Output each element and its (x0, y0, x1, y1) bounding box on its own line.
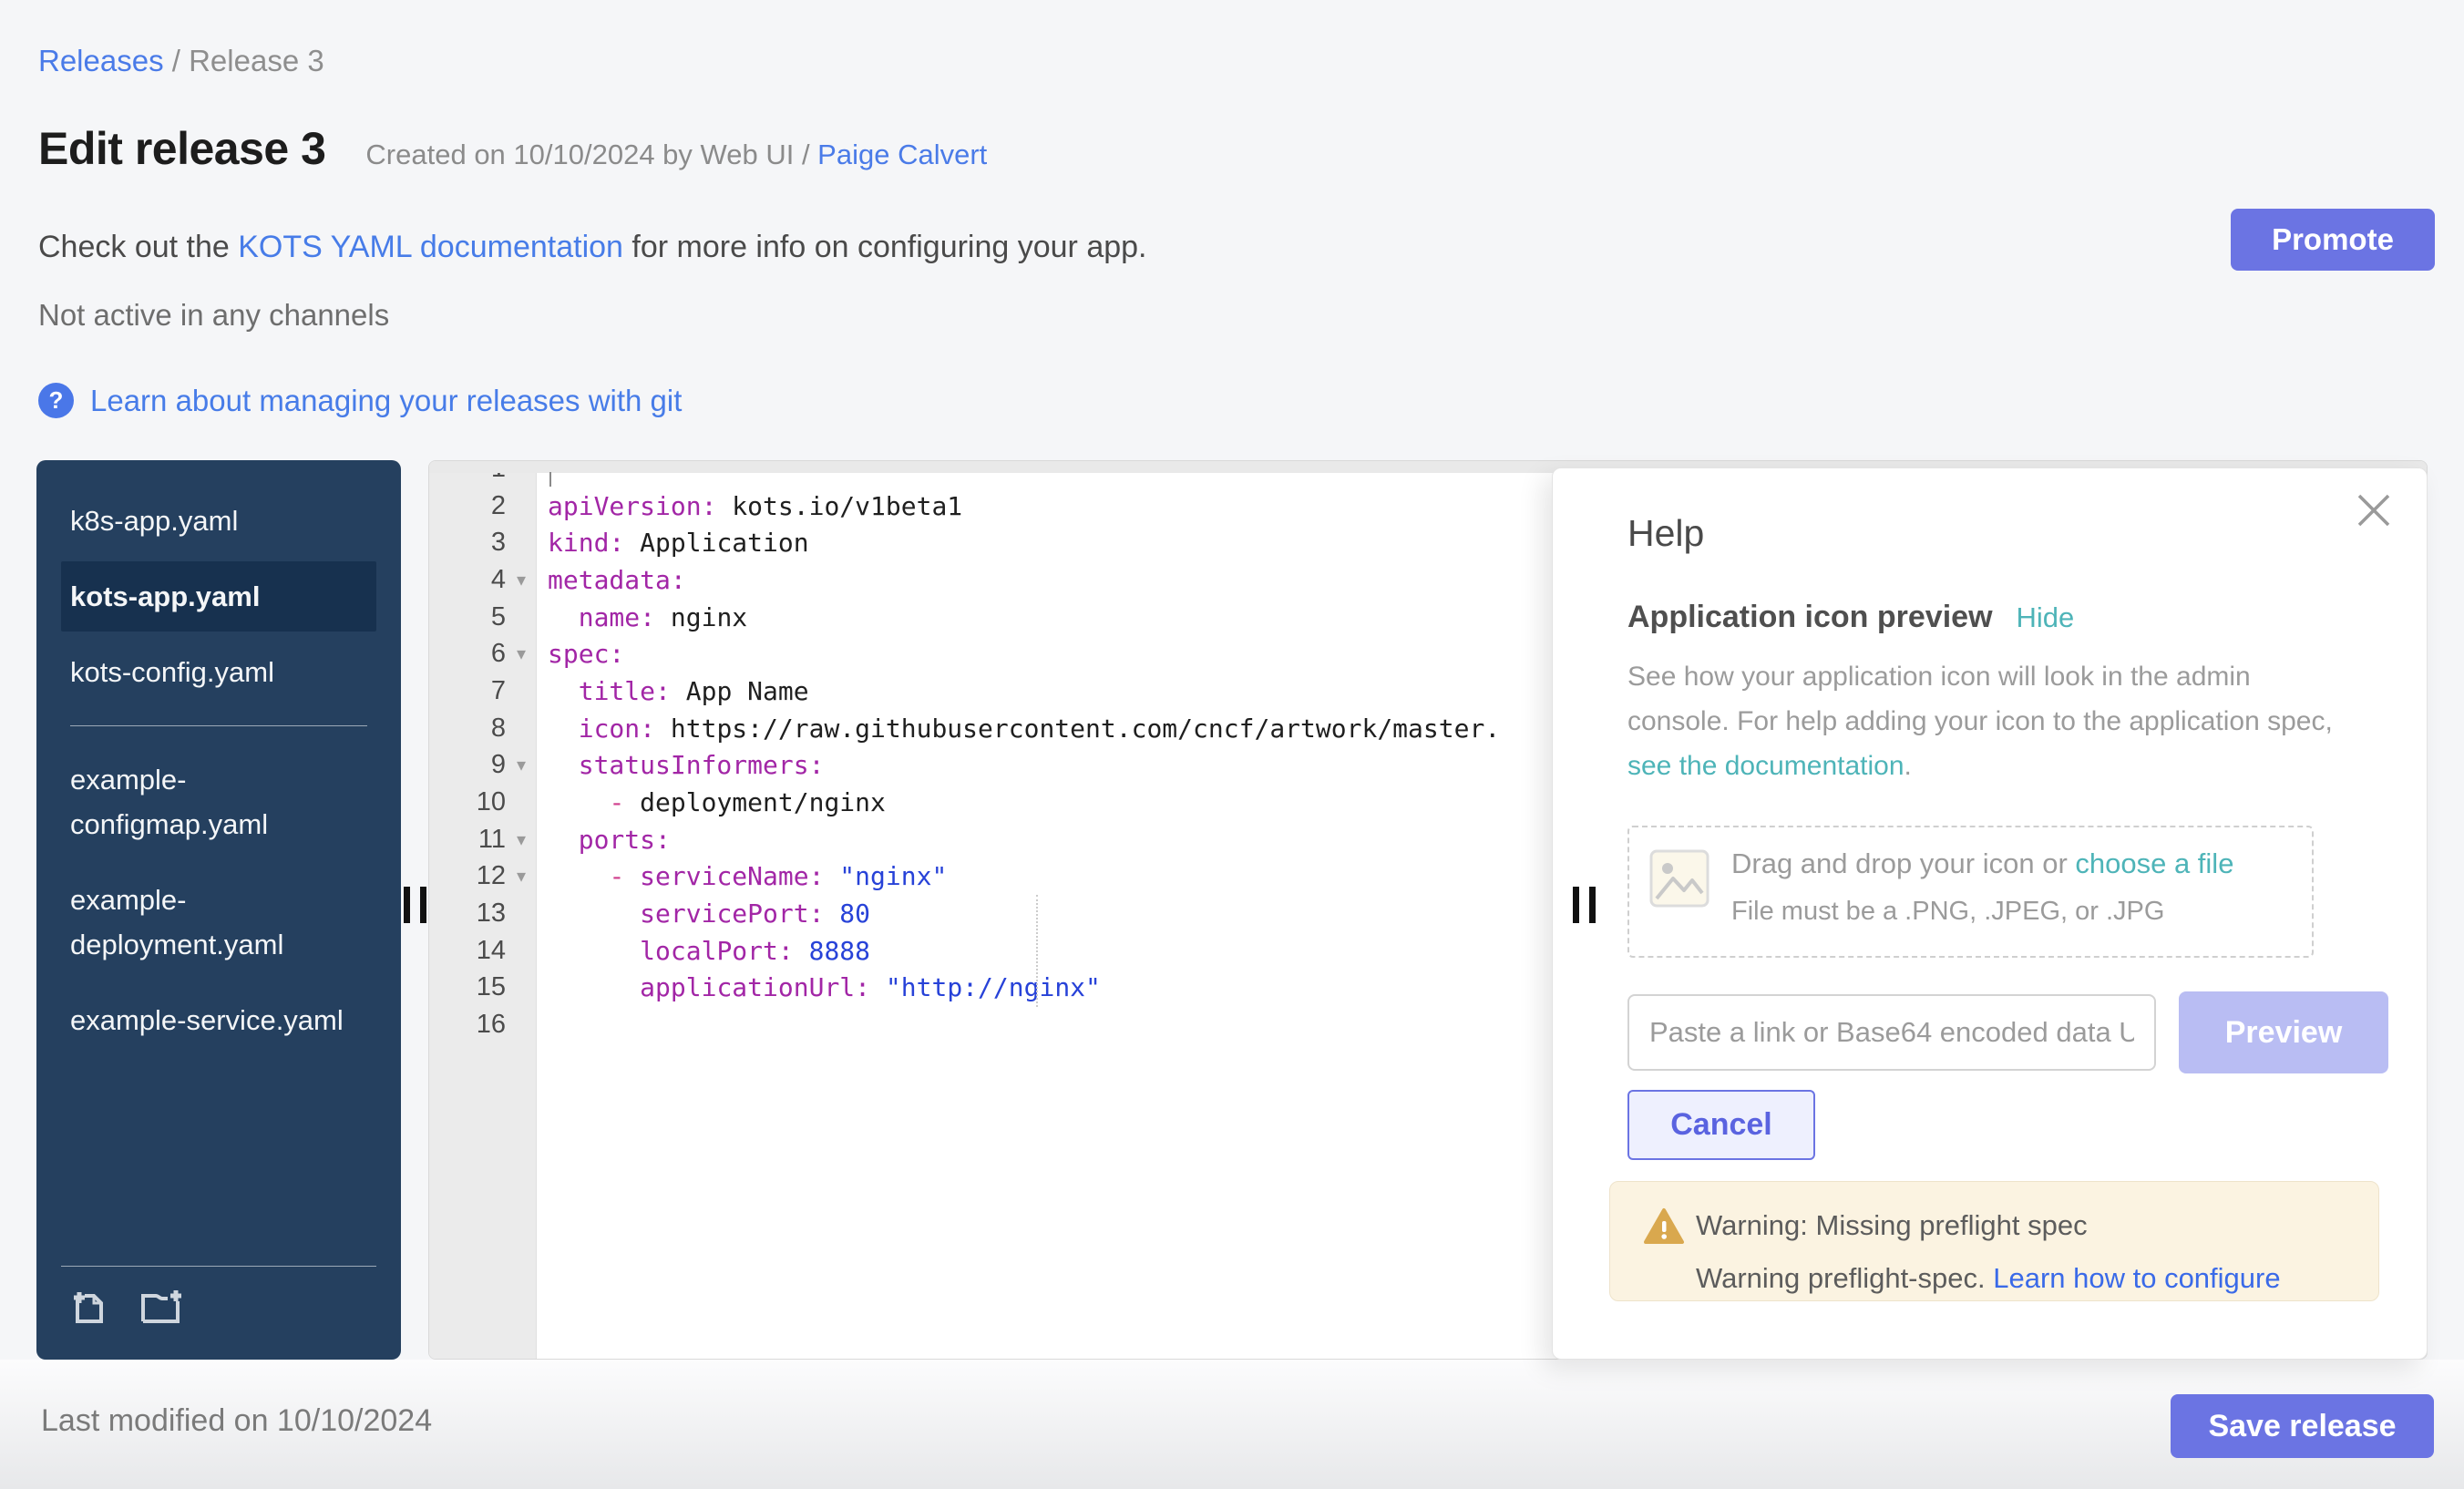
footer-bar: Last modified on 10/10/2024 Save release (0, 1360, 2464, 1489)
icon-dropzone[interactable]: Drag and drop your icon or choose a file… (1627, 826, 2314, 958)
preview-button[interactable]: Preview (2179, 991, 2388, 1073)
save-release-button[interactable]: Save release (2171, 1394, 2434, 1458)
created-by-link[interactable]: Paige Calvert (817, 139, 987, 170)
created-info: Created on 10/10/2024 by Web UI / Paige … (365, 139, 987, 171)
breadcrumb-link-releases[interactable]: Releases (38, 44, 164, 77)
line-number: 6 (429, 639, 506, 669)
editor-cursor (549, 472, 551, 487)
breadcrumb-separator: / (164, 44, 190, 77)
see-docs-link[interactable]: see the documentation (1627, 751, 1904, 781)
line-number: 4 (429, 565, 506, 595)
git-help-row: ? Learn about managing your releases wit… (38, 383, 682, 418)
fold-arrow-icon[interactable]: ▾ (506, 828, 537, 851)
line-number: 15 (429, 972, 506, 1002)
hide-link[interactable]: Hide (2017, 601, 2075, 634)
line-number: 10 (429, 787, 506, 817)
line-number: 16 (429, 1010, 506, 1040)
page-title: Edit release 3 (38, 122, 325, 175)
add-file-icon (70, 1285, 112, 1327)
add-folder-icon (139, 1285, 185, 1327)
file-sidebar: k8s-app.yamlkots-app.yamlkots-config.yam… (36, 460, 401, 1360)
git-help-link[interactable]: Learn about managing your releases with … (90, 384, 682, 418)
dropzone-text: Drag and drop your icon or choose a file (1731, 847, 2233, 880)
file-item-example-deployment.yaml[interactable]: example-deployment.yaml (61, 865, 376, 980)
fold-arrow-icon[interactable]: ▾ (506, 754, 537, 776)
line-number: 12 (429, 861, 506, 891)
file-item-example-configmap.yaml[interactable]: example-configmap.yaml (61, 744, 376, 859)
line-number: 11 (429, 825, 506, 855)
last-modified: Last modified on 10/10/2024 (41, 1403, 432, 1439)
icon-preview-section-title: Application icon preview (1627, 600, 1993, 635)
line-number: 8 (429, 714, 506, 744)
help-title: Help (1627, 512, 1704, 555)
image-placeholder-icon (1649, 849, 1709, 912)
line-number: 7 (429, 676, 506, 706)
docs-info: Check out the KOTS YAML documentation fo… (38, 230, 1147, 265)
help-panel: Help Application icon preview Hide See h… (1552, 467, 2428, 1360)
kots-docs-link[interactable]: KOTS YAML documentation (238, 230, 623, 264)
line-number: 13 (429, 899, 506, 929)
help-description: See how your application icon will look … (1627, 654, 2333, 788)
file-item-example-service.yaml[interactable]: example-service.yaml (61, 985, 376, 1055)
edit-release-page: Releases / Release 3 Edit release 3 Crea… (0, 0, 2464, 1489)
close-button[interactable] (2354, 490, 2394, 530)
file-item-k8s-app.yaml[interactable]: k8s-app.yaml (61, 486, 376, 556)
add-folder-button[interactable] (139, 1285, 181, 1327)
sidebar-divider (70, 725, 367, 726)
warning-icon (1643, 1207, 1685, 1250)
fold-arrow-icon[interactable]: ▾ (506, 642, 537, 665)
breadcrumb: Releases / Release 3 (38, 44, 324, 78)
line-number: 5 (429, 602, 506, 632)
promote-button[interactable]: Promote (2231, 209, 2435, 271)
resize-handle-right[interactable] (1573, 887, 1596, 923)
close-icon (2354, 490, 2394, 530)
line-number: 3 (429, 528, 506, 558)
fold-arrow-icon[interactable]: ▾ (506, 865, 537, 888)
file-list: k8s-app.yamlkots-app.yamlkots-config.yam… (61, 486, 376, 1055)
resize-handle-left[interactable] (404, 887, 426, 923)
breadcrumb-current: Release 3 (189, 44, 324, 77)
channel-status: Not active in any channels (38, 298, 389, 333)
choose-file-link[interactable]: choose a file (2075, 847, 2233, 879)
warning-text: Warning preflight-spec. Learn how to con… (1696, 1262, 2281, 1295)
icon-url-input[interactable] (1627, 994, 2156, 1071)
add-file-button[interactable] (70, 1285, 112, 1327)
line-number: 2 (429, 491, 506, 521)
cancel-button[interactable]: Cancel (1627, 1090, 1815, 1160)
warning-banner: Warning: Missing preflight spec Warning … (1609, 1181, 2379, 1301)
configure-link[interactable]: Learn how to configure (1993, 1262, 2280, 1294)
file-item-kots-app.yaml[interactable]: kots-app.yaml (61, 561, 376, 632)
file-type-hint: File must be a .PNG, .JPEG, or .JPG (1731, 897, 2164, 927)
question-circle-icon: ? (38, 383, 74, 418)
indent-guide (1036, 895, 1038, 1007)
fold-arrow-icon[interactable]: ▾ (506, 569, 537, 591)
sidebar-actions (61, 1266, 376, 1340)
file-item-kots-config.yaml[interactable]: kots-config.yaml (61, 637, 376, 707)
warning-title: Warning: Missing preflight spec (1696, 1209, 2088, 1242)
line-number: 9 (429, 750, 506, 780)
line-number: 14 (429, 936, 506, 966)
